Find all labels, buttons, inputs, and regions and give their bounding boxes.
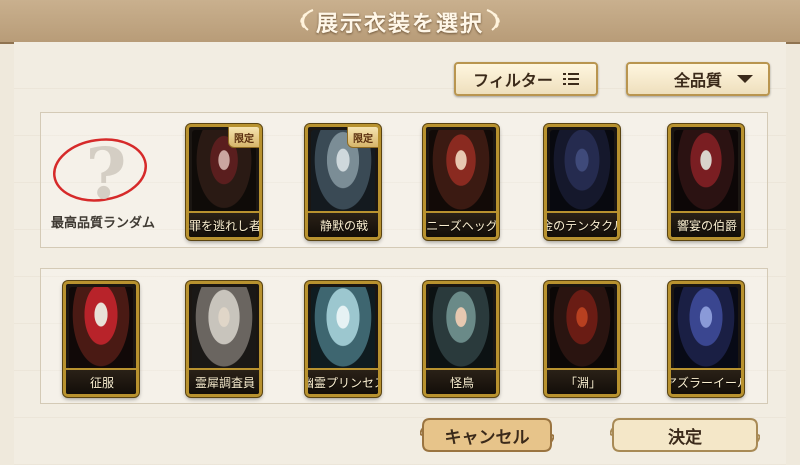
costume-portrait — [674, 130, 738, 216]
costume-name: 「淵」 — [564, 375, 601, 390]
costume-row-2 — [40, 268, 768, 404]
confirm-button[interactable]: 決定 — [610, 416, 760, 454]
costume-portrait — [550, 130, 614, 216]
costume-name: 罪を逃れし者 — [188, 218, 261, 233]
costume-select-dialog: 展示衣装を選択 フィルター 全品質 ? 最高品質ランダム 限定 罪を逃れし者 限… — [0, 0, 800, 465]
costume-card[interactable]: 限定 静默の戟 — [305, 124, 381, 240]
question-mark-icon: ? — [53, 132, 147, 215]
costume-card[interactable]: 怪鳥 — [423, 281, 499, 397]
costume-card[interactable]: 金のテンタクル — [544, 124, 620, 240]
random-costume-label: 最高品質ランダム — [50, 216, 155, 231]
quality-label: 全品質 — [673, 71, 722, 90]
costume-name: 金のテンタクル — [544, 218, 620, 233]
costume-portrait — [674, 287, 738, 373]
costume-card[interactable]: ニーズヘッグ — [423, 124, 499, 240]
costume-portrait — [192, 287, 256, 373]
costume-card[interactable]: 幽霊プリンセス — [305, 281, 381, 397]
list-icon — [562, 73, 579, 85]
filter-button[interactable]: フィルター — [454, 62, 598, 96]
costume-name: 静默の戟 — [319, 218, 368, 233]
costume-portrait — [69, 287, 133, 373]
costume-name: ニーズヘッグ — [426, 218, 498, 233]
svg-text:?: ? — [85, 132, 126, 215]
costume-portrait — [311, 287, 375, 373]
costume-name: 征服 — [89, 375, 114, 390]
costume-name: 響宴の伯爵 — [676, 218, 737, 233]
cancel-button[interactable]: キャンセル — [420, 416, 554, 454]
chevron-down-icon — [737, 75, 753, 83]
costume-name: 霊犀調査員 — [194, 375, 255, 390]
costume-card[interactable]: 「淵」 — [544, 281, 620, 397]
confirm-label: 決定 — [668, 427, 702, 448]
limited-badge: 限定 — [347, 127, 378, 148]
limited-badge: 限定 — [228, 127, 259, 148]
costume-name: 怪鳥 — [449, 375, 474, 390]
costume-name: アズラーイール — [668, 375, 744, 390]
quality-dropdown[interactable]: 全品質 — [626, 62, 770, 96]
costume-card[interactable]: 霊犀調査員 — [186, 281, 262, 397]
random-costume-option[interactable]: ? 最高品質ランダム — [48, 122, 158, 242]
costume-card[interactable]: 限定 罪を逃れし者 — [186, 124, 262, 240]
costume-card[interactable]: 響宴の伯爵 — [668, 124, 744, 240]
filter-label: フィルター — [473, 71, 553, 90]
costume-card[interactable]: 征服 — [63, 281, 139, 397]
title-bar: 展示衣装を選択 — [0, 0, 800, 44]
costume-card[interactable]: アズラーイール — [668, 281, 744, 397]
dialog-title: 展示衣装を選択 — [315, 12, 484, 37]
costume-portrait — [429, 130, 493, 216]
laurel-right-icon — [486, 9, 500, 31]
costume-portrait — [429, 287, 493, 373]
costume-name: 幽霊プリンセス — [305, 375, 381, 390]
costume-portrait — [550, 287, 614, 373]
cancel-label: キャンセル — [444, 427, 530, 448]
